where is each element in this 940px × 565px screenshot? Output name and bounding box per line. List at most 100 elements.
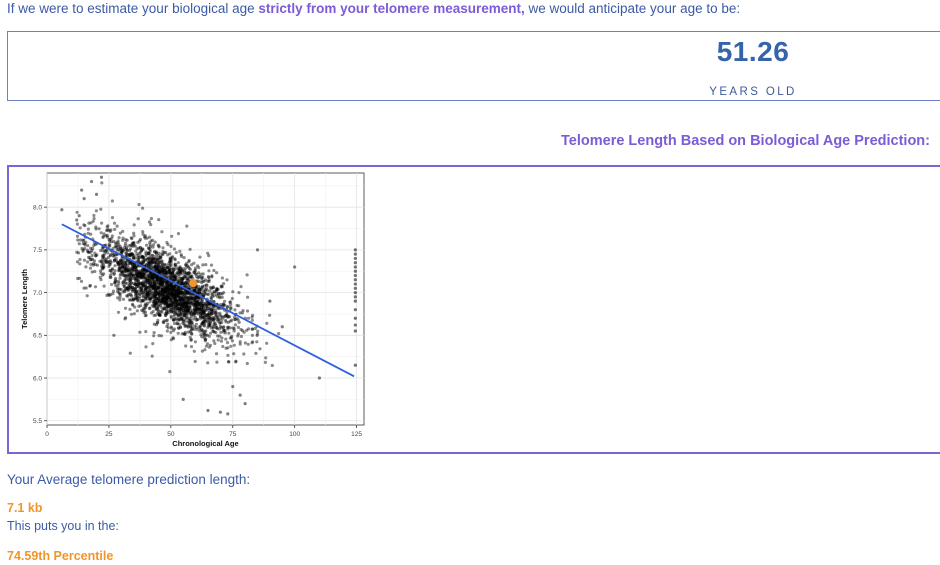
- data-point: [175, 321, 179, 326]
- data-point-age-125: [353, 252, 357, 256]
- data-point: [155, 262, 159, 266]
- data-point: [183, 281, 187, 285]
- data-point: [172, 247, 176, 251]
- data-point: [119, 247, 123, 251]
- data-point: [232, 352, 236, 356]
- data-point: [164, 263, 168, 267]
- data-point: [135, 247, 139, 251]
- data-point: [225, 341, 230, 345]
- data-point: [160, 287, 164, 291]
- data-point: [239, 327, 243, 332]
- data-point: [236, 325, 240, 329]
- data-point-age-125: [353, 273, 357, 278]
- data-point: [168, 252, 172, 256]
- data-point: [277, 332, 281, 336]
- data-point: [204, 301, 208, 305]
- data-point: [250, 333, 254, 337]
- data-point: [212, 268, 216, 273]
- data-point: [198, 288, 202, 292]
- data-point: [238, 311, 242, 315]
- data-point: [160, 278, 164, 282]
- data-point: [165, 310, 169, 314]
- data-point: [238, 342, 242, 346]
- data-point: [149, 311, 153, 315]
- data-point: [121, 297, 126, 301]
- data-point: [233, 318, 237, 322]
- data-point: [109, 240, 114, 244]
- data-point: [186, 305, 190, 309]
- data-point: [209, 287, 213, 291]
- data-point-age-125: [353, 265, 357, 269]
- data-point: [106, 255, 111, 259]
- data-point: [89, 232, 93, 236]
- data-point: [160, 300, 164, 304]
- data-point: [215, 360, 219, 364]
- data-point: [185, 296, 189, 301]
- data-point: [160, 260, 164, 264]
- data-point: [188, 271, 192, 276]
- data-point: [122, 284, 126, 288]
- data-point: [107, 228, 111, 232]
- data-point: [242, 330, 246, 334]
- data-point: [82, 197, 86, 201]
- data-point: [117, 236, 121, 240]
- data-point: [201, 263, 205, 267]
- data-point: [198, 325, 202, 329]
- data-point: [152, 331, 156, 335]
- data-point: [169, 330, 173, 334]
- x-tick-label: 25: [105, 431, 113, 438]
- data-point: [223, 299, 227, 303]
- data-point: [178, 249, 182, 253]
- data-point: [242, 352, 246, 356]
- data-point: [220, 276, 224, 280]
- data-point: [188, 297, 192, 301]
- data-point: [239, 285, 243, 289]
- data-point: [207, 324, 211, 328]
- data-point: [200, 312, 204, 316]
- data-point: [201, 315, 205, 319]
- data-point: [245, 273, 249, 277]
- data-point: [161, 246, 165, 250]
- data-point: [246, 295, 250, 299]
- data-point: [159, 334, 164, 338]
- data-point: [268, 313, 272, 317]
- data-point: [194, 318, 198, 322]
- biological-age-unit: YEARS OLD: [709, 86, 797, 98]
- data-point: [206, 251, 210, 255]
- data-point: [136, 258, 140, 262]
- data-point: [174, 276, 178, 280]
- data-point: [198, 274, 202, 279]
- data-point: [141, 299, 145, 303]
- x-tick-label: 75: [229, 431, 237, 438]
- data-point: [173, 262, 177, 266]
- data-point: [102, 284, 106, 288]
- data-point: [92, 261, 96, 266]
- data-point: [112, 221, 117, 225]
- data-point: [157, 269, 161, 273]
- data-point: [107, 264, 111, 269]
- data-point-age-125: [353, 261, 357, 265]
- data-point: [169, 273, 173, 277]
- data-point: [102, 259, 106, 263]
- data-point: [186, 301, 190, 305]
- data-point: [255, 248, 260, 252]
- data-point: [75, 250, 79, 254]
- data-point: [214, 314, 219, 318]
- data-point: [94, 227, 98, 231]
- data-point: [230, 318, 234, 322]
- data-point: [161, 295, 165, 299]
- data-point: [87, 250, 91, 254]
- data-point: [140, 286, 144, 290]
- data-point: [168, 304, 172, 308]
- data-point: [184, 344, 188, 348]
- data-point: [102, 265, 106, 269]
- y-tick-label: 6.0: [33, 375, 42, 382]
- data-point: [179, 316, 183, 320]
- data-point: [123, 306, 128, 310]
- data-point: [109, 260, 113, 264]
- data-point: [182, 306, 186, 310]
- data-point: [250, 341, 254, 345]
- data-point: [164, 301, 168, 305]
- y-axis-label: Telomere Length: [20, 269, 29, 329]
- data-point: [170, 234, 174, 238]
